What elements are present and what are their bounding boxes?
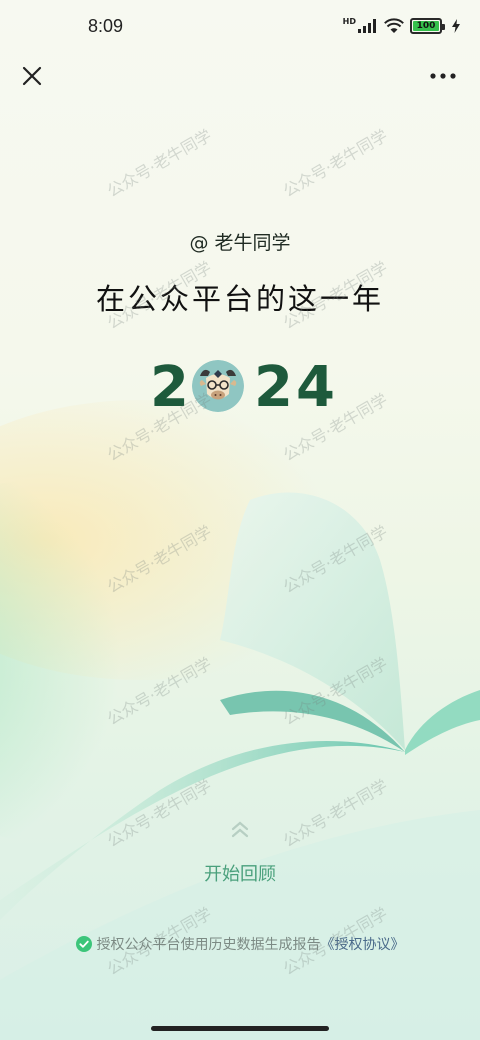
agreement-link[interactable]: 《授权协议》 xyxy=(321,934,405,954)
network-badge: HD xyxy=(342,16,356,26)
page-headline: 在公众平台的这一年 xyxy=(95,282,384,316)
wifi-icon xyxy=(384,18,404,33)
year-digit-1: 2 xyxy=(150,355,189,420)
more-icon[interactable] xyxy=(428,62,458,90)
charging-icon xyxy=(452,19,460,33)
signal-icon xyxy=(358,19,376,33)
status-bar: 8:09 HD 100 xyxy=(0,0,480,54)
battery-level: 100 xyxy=(413,21,439,31)
year-display: 2 2 4 xyxy=(0,350,480,426)
status-icons: HD 100 xyxy=(342,16,460,34)
status-time: 8:09 xyxy=(88,16,124,36)
consent-text: 授权公众平台使用历史数据生成报告 xyxy=(96,937,321,953)
top-nav xyxy=(0,56,480,96)
chevron-up-icon xyxy=(231,821,249,838)
close-icon[interactable] xyxy=(18,62,46,90)
account-handle: @ 老牛同学 xyxy=(189,232,291,254)
year-digit-4: 4 xyxy=(296,355,335,420)
bull-mascot-avatar xyxy=(192,360,244,412)
home-indicator[interactable] xyxy=(151,1026,329,1031)
start-review-button[interactable]: 开始回顾 xyxy=(0,860,480,886)
check-circle-icon[interactable] xyxy=(75,936,92,952)
year-digit-3: 2 xyxy=(254,355,293,420)
consent-row: 授权公众平台使用历史数据生成报告 《授权协议》 xyxy=(0,934,480,954)
battery-icon: 100 xyxy=(410,18,445,34)
